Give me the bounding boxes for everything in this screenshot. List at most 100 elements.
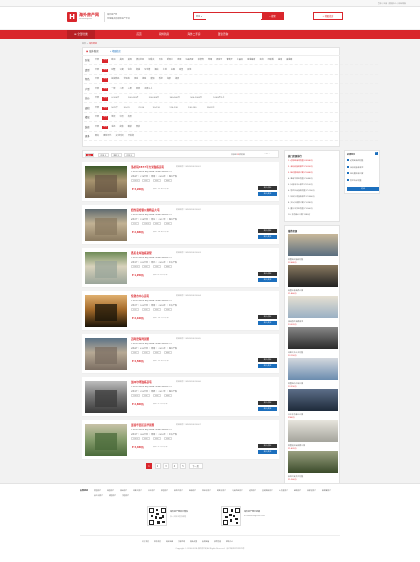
friend-link[interactable]: 土耳其房产 [279,489,288,492]
filter-chip[interactable]: 新西兰 [166,59,174,63]
register-link[interactable]: 注册 [383,3,387,5]
recommend-photo[interactable] [288,420,338,442]
float-compare-button[interactable]: 对比 [347,187,379,191]
filter-chip[interactable]: 阿联酋 [267,59,275,63]
search-button[interactable]: ⌕ 搜索 [262,13,283,20]
follow-button[interactable]: 加入关注 [258,407,277,412]
filter-chip[interactable]: 交付时间 [115,135,125,139]
hot-list-item[interactable]: 5. 伦敦市中心豪宅 ¥2,100万 [288,183,313,186]
filter-chip[interactable]: 毛坯 [110,126,116,130]
hot-list-item[interactable]: 2. 洛杉矶独栋豪宅 ¥3,200万 [288,165,313,168]
sitemap-link[interactable]: 网站导航 [398,3,406,5]
hot-list-item[interactable]: 10. 东京都心公寓 ¥980万 [288,213,310,216]
filter-chip[interactable]: 300-500万 [169,97,181,101]
filter-chip[interactable]: 泰国 [176,59,182,63]
filter-chip[interactable]: 100-200万 [127,97,139,101]
login-link[interactable]: 登录 [378,3,382,5]
friend-link[interactable]: 越南房产 [294,489,301,492]
filter-chip[interactable]: 豪装 [135,126,141,130]
filter-chip[interactable]: 养老 [158,78,164,82]
filter-chip[interactable]: 柬埔寨 [285,59,293,63]
friend-link[interactable]: 意大利房产 [94,494,103,497]
filter-chip[interactable]: 不限 [94,97,100,101]
filter-chip[interactable]: 写字楼 [143,69,151,73]
filter-chip[interactable]: 学区房 [123,78,131,82]
listing-card[interactable]: 纽约曼哈顿公寓精品大宅 房源编号：WH2018010002 ⌖ 6200 North… [82,205,279,245]
filter-chip[interactable]: 西班牙 [215,59,223,63]
hot-list-item[interactable]: 7. 加州尔湾独栋豪宅 ¥2,860万 [288,195,315,198]
footer-link[interactable]: 关于我们 [142,540,149,543]
filter-chip[interactable]: 希腊 [207,59,213,63]
float-compare-item[interactable]: 悉尼北岸别墅 [347,178,361,182]
compare-button[interactable]: 加入对比 [258,444,277,449]
sort-item[interactable]: 时间 ↕ [124,152,135,157]
filter-chip[interactable]: 全部 [102,125,109,130]
listing-title[interactable]: 洛杉矶4577平方米独栋豪宅 [131,165,164,169]
filter-chip[interactable]: 日本 [158,59,164,63]
listing-photo[interactable] [85,252,127,284]
sort-item[interactable]: 面积 ↕ [111,152,122,157]
filter-chip[interactable]: 塞浦路斯 [246,59,256,63]
friend-link[interactable]: 迪拜房产 [249,489,256,492]
filter-chip[interactable]: 马来西亚 [184,59,194,63]
filter-chip[interactable]: 不限 [94,88,100,92]
hot-list-item[interactable]: 6. 悉尼北岸独栋别墅 ¥1,950万 [288,189,315,192]
checkbox-icon[interactable] [347,159,349,161]
listing-title[interactable]: 纽约曼哈顿公寓精品大宅 [131,208,160,212]
filter-chip[interactable]: 低层 [110,116,116,120]
page-button[interactable]: 3 [163,463,169,469]
checkbox-icon[interactable] [347,165,349,168]
filter-chip[interactable]: 50-70 [123,107,131,111]
filter-chip[interactable]: 200-300万 [148,97,160,101]
filter-chip[interactable]: 公寓 [119,69,125,73]
checkbox-icon[interactable] [347,178,349,181]
recommend-photo[interactable] [288,265,338,287]
listing-card[interactable]: 伦敦市中心豪宅 房源编号：WH2018010004 ⌖ 6200 North Bay… [82,291,279,331]
float-compare-item[interactable]: 迈阿密海湾别墅 [347,159,363,162]
filter-chip[interactable]: 葡萄牙 [226,59,234,63]
follow-button[interactable]: 加入关注 [258,450,277,455]
friend-link[interactable]: 德国房产 [109,494,116,497]
nav-item-new[interactable]: 海外新房 [152,30,176,39]
filter-chip[interactable]: 商铺 [135,69,141,73]
listing-photo[interactable] [85,381,127,413]
checkbox-icon[interactable] [347,172,349,174]
friend-link[interactable]: 西班牙房产 [202,489,211,492]
filter-chip[interactable]: 二居 [119,88,125,92]
page-button[interactable]: 5 [180,463,186,469]
filter-chip[interactable]: 1000万以上 [212,97,225,101]
listing-title[interactable]: 伦敦市中心豪宅 [131,294,149,298]
listing-photo[interactable] [85,209,127,241]
hot-list-item[interactable]: 1. 迈阿密海湾别墅 ¥4,580万 [288,159,313,162]
footer-link[interactable]: 网站地图 [166,540,173,543]
filter-chip[interactable]: 500-1000万 [189,97,203,101]
filter-chip[interactable]: 150以上 [206,107,216,111]
filter-chip[interactable]: 美国 [119,59,125,63]
compare-button[interactable]: 加入对比 [258,401,277,406]
filter-chip[interactable]: 英国 [127,59,133,63]
filter-chip[interactable]: 不限 [94,59,100,63]
page-button[interactable]: 2 [154,463,161,469]
filter-chip[interactable]: 建筑年代 [102,135,112,139]
filter-chip[interactable]: 住宅 [127,69,133,73]
filter-chip[interactable]: 三居 [127,88,133,92]
friend-link[interactable]: 泰国房产 [161,489,168,492]
listing-photo[interactable] [85,166,127,198]
filter-chip[interactable]: 现房 [133,78,139,82]
filter-chip[interactable]: 别墅 [110,69,116,73]
friend-link[interactable]: 加拿大房产 [133,489,142,492]
filter-chip[interactable]: 全部 [102,68,109,73]
page-indicator[interactable]: ‹ 1/1 › [264,153,270,155]
listing-card[interactable]: 迈阿密海湾别墅 房源编号：WH2018010005 ⌖ 6200 North Bay… [82,334,279,374]
friend-link[interactable]: 日本房产 [148,489,155,492]
filter-chip[interactable]: 全部 [102,78,109,82]
follow-button[interactable]: 加入关注 [258,278,277,283]
filter-chip[interactable]: 全部 [102,97,109,101]
listing-title[interactable]: 悉尼北岸独栋别墅 [131,251,152,255]
search-type-select[interactable]: 新房 ▾ [196,15,202,18]
friend-link[interactable]: 澳洲房产 [120,489,127,492]
filter-chip[interactable]: 90-110 [152,107,161,111]
friend-link[interactable]: 英国房产 [107,489,114,492]
hot-list-item[interactable]: 9. 墨尔本学区别墅 ¥1,560万 [288,207,313,210]
footer-link[interactable]: 隐私政策 [190,540,197,543]
